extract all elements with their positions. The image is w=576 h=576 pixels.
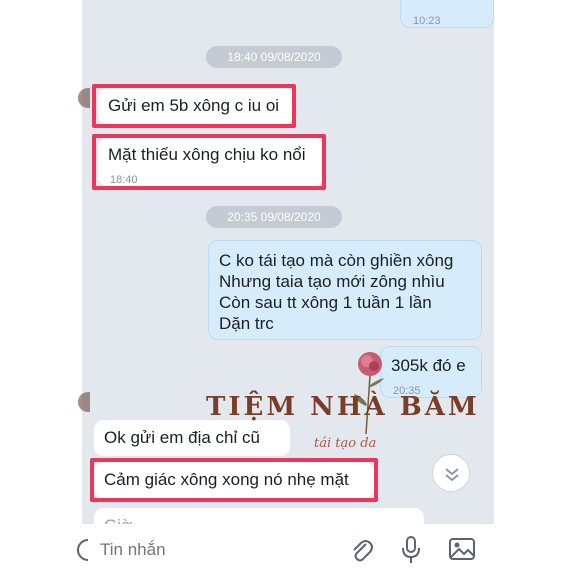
image-icon[interactable] [448,536,476,562]
message-bubble-outgoing[interactable]: C ko tái tạo mà còn ghiền xông Nhưng tai… [208,240,482,340]
message-line: Còn sau tt xông 1 tuần 1 lần [219,293,432,312]
contact-avatar[interactable] [78,88,90,108]
scroll-down-button[interactable] [432,454,470,492]
rose-logo-icon [354,352,384,435]
contact-avatar[interactable] [78,392,90,412]
message-input-bar [77,524,494,576]
date-divider: 20:35 09/08/2020 [206,206,342,228]
highlight-frame [92,134,326,190]
watermark-subtitle: tái tạo da [314,436,377,451]
message-bubble-incoming[interactable]: Ok gửi em địa chỉ cũ [94,420,290,456]
message-input[interactable] [100,536,320,564]
message-line: Dặn trc [219,314,274,333]
date-divider: 18:40 09/08/2020 [206,46,342,68]
message-text: Ok gửi em địa chỉ cũ [104,428,260,447]
attachment-icon[interactable] [348,536,374,564]
chat-area: 10:23 18:40 09/08/2020 Gửi em 5b xông c … [82,0,494,524]
message-text: Giờ... [104,515,146,524]
highlight-frame [90,458,378,502]
message-bubble-outgoing[interactable]: 10:23 [400,0,494,28]
highlight-frame [92,84,296,128]
message-line: Nhưng taia tạo mới zông nhìu [219,272,445,291]
message-time: 10:23 [413,15,441,27]
message-line: C ko tái tạo mà còn ghiền xông [219,251,454,270]
message-text: 305k đó e [391,356,466,375]
chevron-down-icon [445,468,459,482]
message-bubble-incoming[interactable]: Giờ... [94,508,424,524]
watermark-title: TIỆM NHÀ BĂM [206,392,480,422]
emoji-icon[interactable] [76,538,88,562]
message-bubble-outgoing[interactable]: 305k đó e 20:35 [380,346,482,398]
microphone-icon[interactable] [400,534,422,566]
